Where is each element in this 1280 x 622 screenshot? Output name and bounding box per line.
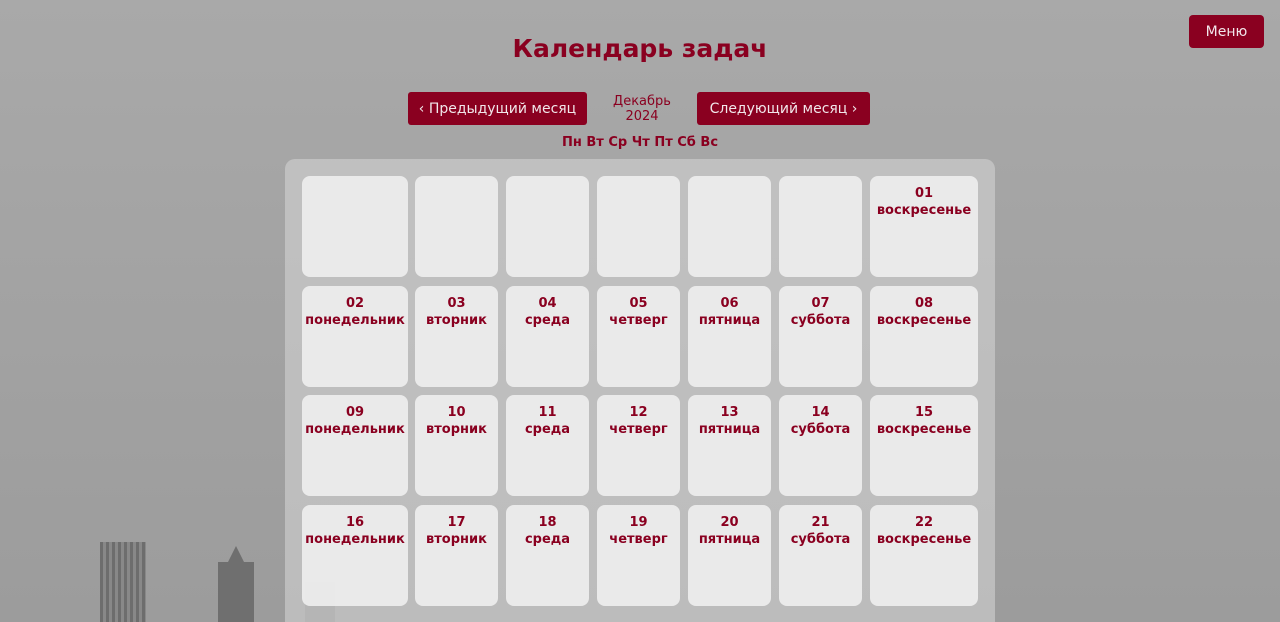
day-number: 17 bbox=[447, 515, 466, 530]
day-name: пятница bbox=[698, 532, 761, 547]
day-number: 06 bbox=[720, 296, 739, 311]
day-number: 13 bbox=[720, 405, 739, 420]
day-number: 15 bbox=[914, 405, 934, 420]
calendar-day-cell[interactable]: 07 суббота bbox=[779, 286, 862, 387]
day-number: 16 bbox=[345, 515, 365, 530]
day-name: пятница bbox=[698, 422, 761, 437]
calendar-empty-cell bbox=[415, 176, 498, 277]
day-name: суббота bbox=[790, 313, 851, 328]
day-number: 09 bbox=[345, 405, 365, 420]
calendar-day-cell[interactable]: 01 воскресенье bbox=[870, 176, 978, 277]
day-number: 11 bbox=[538, 405, 557, 420]
page-title: Календарь задач bbox=[512, 34, 768, 63]
weekday-label: Вт bbox=[586, 135, 604, 150]
weekday-header: Пн Вт Ср Чт Пт Сб Вс bbox=[0, 135, 1280, 150]
day-number: 04 bbox=[538, 296, 557, 311]
building-shape bbox=[218, 562, 254, 622]
calendar-day-cell[interactable]: 16 понедельник bbox=[302, 505, 408, 606]
day-number: 21 bbox=[811, 515, 830, 530]
building-shape bbox=[100, 542, 146, 622]
day-number: 14 bbox=[811, 405, 830, 420]
calendar-empty-cell bbox=[688, 176, 771, 277]
calendar-empty-cell bbox=[302, 176, 408, 277]
weekday-label: Чт bbox=[631, 135, 650, 150]
calendar-day-cell[interactable]: 05 четверг bbox=[597, 286, 680, 387]
day-name: вторник bbox=[426, 422, 487, 437]
day-number: 03 bbox=[447, 296, 466, 311]
calendar-day-cell[interactable]: 19 четверг bbox=[597, 505, 680, 606]
day-name: воскресенье bbox=[876, 532, 972, 547]
calendar-day-cell[interactable]: 13 пятница bbox=[688, 395, 771, 496]
calendar-day-cell[interactable]: 17 вторник bbox=[415, 505, 498, 606]
calendar-empty-cell bbox=[597, 176, 680, 277]
calendar-empty-cell bbox=[779, 176, 862, 277]
calendar-day-cell[interactable]: 21 суббота bbox=[779, 505, 862, 606]
next-month-button[interactable]: Следующий месяц › bbox=[697, 92, 870, 125]
calendar-day-cell[interactable]: 14 суббота bbox=[779, 395, 862, 496]
month-navigation: ‹ Предыдущий месяц Декабрь 2024 Следующи… bbox=[408, 92, 870, 125]
day-number: 07 bbox=[811, 296, 830, 311]
day-name: вторник bbox=[426, 532, 487, 547]
calendar-day-cell[interactable]: 08 воскресенье bbox=[870, 286, 978, 387]
calendar-day-cell[interactable]: 03 вторник bbox=[415, 286, 498, 387]
day-number: 02 bbox=[345, 296, 365, 311]
day-name: вторник bbox=[426, 313, 487, 328]
calendar-day-cell[interactable]: 09 понедельник bbox=[302, 395, 408, 496]
day-name: воскресенье bbox=[876, 203, 972, 218]
weekday-label: Ср bbox=[608, 135, 628, 150]
day-name: воскресенье bbox=[876, 422, 972, 437]
calendar-day-cell[interactable]: 04 среда bbox=[506, 286, 589, 387]
calendar-day-cell[interactable]: 12 четверг bbox=[597, 395, 680, 496]
day-name: понедельник bbox=[305, 313, 405, 328]
day-number: 01 bbox=[914, 186, 934, 201]
calendar-day-cell[interactable]: 11 среда bbox=[506, 395, 589, 496]
weekday-label: Вс bbox=[700, 135, 719, 150]
day-number: 05 bbox=[629, 296, 648, 311]
day-name: среда bbox=[524, 313, 571, 328]
calendar-day-cell[interactable]: 02 понедельник bbox=[302, 286, 408, 387]
calendar-day-cell[interactable]: 18 среда bbox=[506, 505, 589, 606]
day-name: понедельник bbox=[305, 422, 405, 437]
day-name: четверг bbox=[609, 313, 668, 328]
weekday-label: Пт bbox=[654, 135, 673, 150]
weekday-label: Пн bbox=[561, 135, 582, 150]
previous-month-button[interactable]: ‹ Предыдущий месяц bbox=[408, 92, 587, 125]
weekday-label: Сб bbox=[677, 135, 696, 150]
day-name: воскресенье bbox=[876, 313, 972, 328]
calendar-day-cell[interactable]: 22 воскресенье bbox=[870, 505, 978, 606]
calendar-empty-cell bbox=[506, 176, 589, 277]
day-number: 12 bbox=[629, 405, 648, 420]
day-number: 19 bbox=[629, 515, 648, 530]
calendar-day-cell[interactable]: 15 воскресенье bbox=[870, 395, 978, 496]
day-name: понедельник bbox=[305, 532, 405, 547]
calendar-grid: 01 воскресенье 02 понедельник 03 вторник 04 сре… bbox=[285, 159, 995, 622]
day-name: четверг bbox=[609, 532, 668, 547]
day-name: пятница bbox=[698, 313, 761, 328]
building-spire bbox=[228, 546, 244, 562]
day-number: 22 bbox=[914, 515, 934, 530]
current-month-label: Декабрь 2024 bbox=[613, 93, 671, 124]
day-name: суббота bbox=[790, 422, 851, 437]
day-name: суббота bbox=[790, 532, 851, 547]
calendar-day-cell[interactable]: 20 пятница bbox=[688, 505, 771, 606]
day-name: четверг bbox=[609, 422, 668, 437]
day-number: 08 bbox=[914, 296, 934, 311]
day-number: 18 bbox=[538, 515, 557, 530]
day-number: 20 bbox=[720, 515, 739, 530]
day-name: среда bbox=[524, 532, 571, 547]
day-number: 10 bbox=[447, 405, 466, 420]
day-name: среда bbox=[524, 422, 571, 437]
calendar-day-cell[interactable]: 10 вторник bbox=[415, 395, 498, 496]
calendar-day-cell[interactable]: 06 пятница bbox=[688, 286, 771, 387]
